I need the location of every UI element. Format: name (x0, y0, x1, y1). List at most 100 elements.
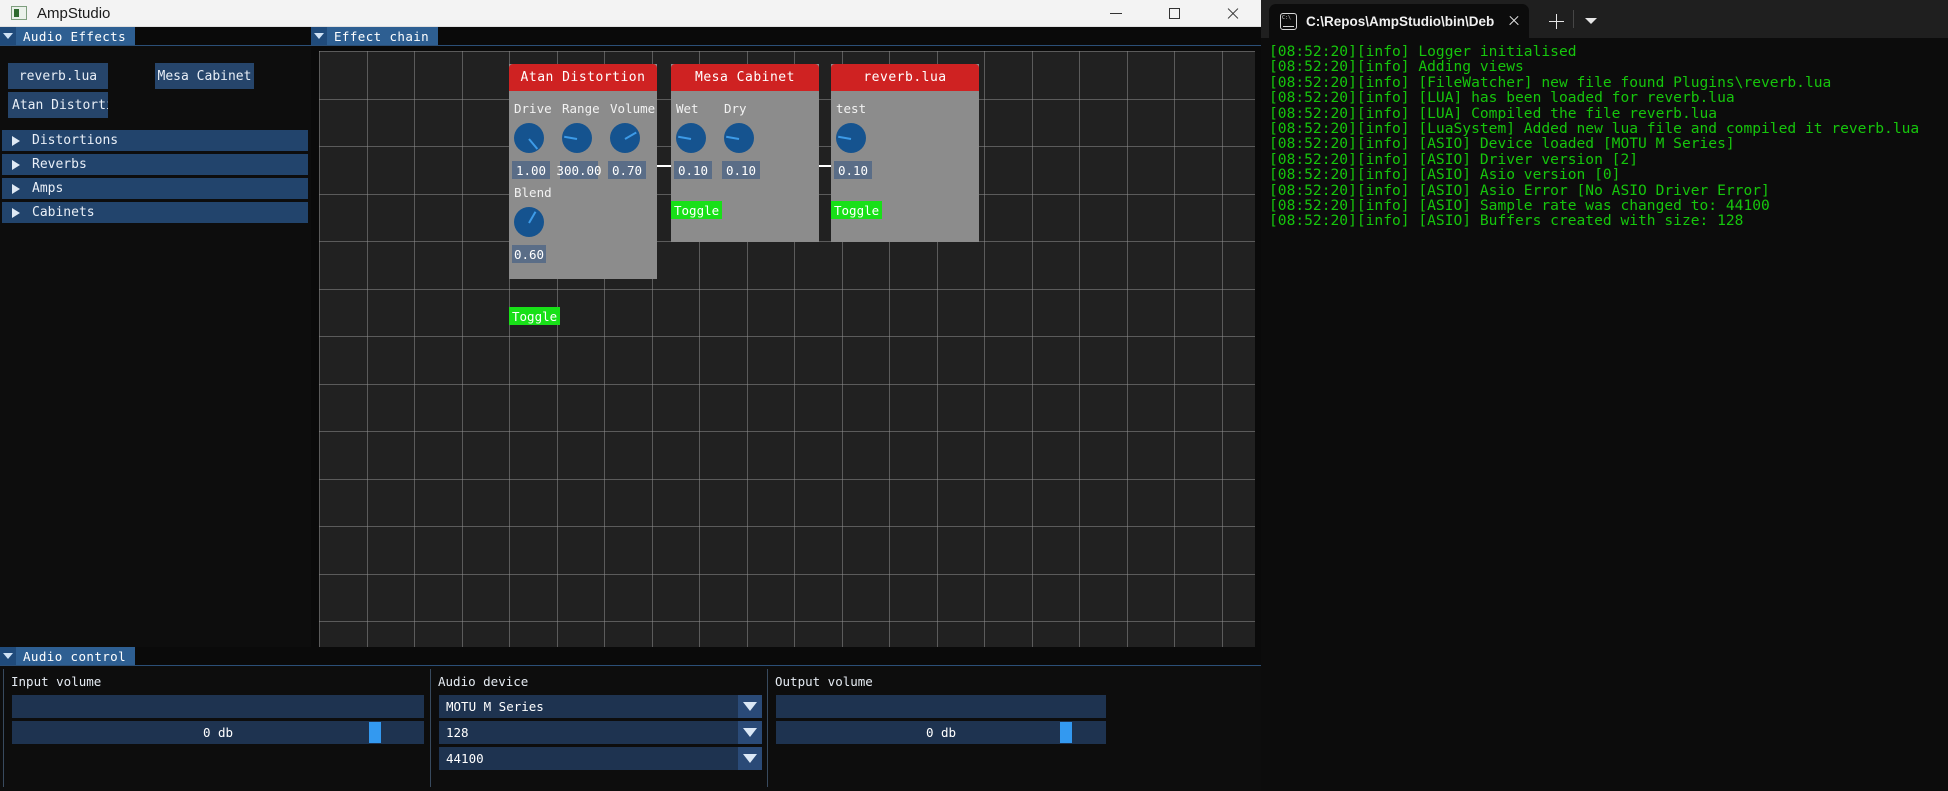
effect-node-body: Wet 0.10 Dry 0.10 Toggle (671, 91, 819, 242)
tab-audio-effects[interactable]: Audio Effects (16, 27, 136, 45)
effect-node[interactable]: Atan Distortion Drive 1.00 Range 300.00 Volum… (509, 64, 657, 325)
audio-control-panel-header: Audio control (0, 647, 1261, 666)
effect-chip-mesa-cabinet[interactable]: Mesa Cabinet (155, 63, 254, 89)
tab-dropdown-button[interactable] (1574, 4, 1608, 38)
knob-label: Range (562, 101, 600, 116)
chevron-down-icon[interactable] (738, 747, 762, 770)
knob-pointer-icon (528, 211, 537, 224)
effect-node[interactable]: reverb.lua test 0.10 Toggle (831, 64, 979, 242)
grid-line-horizontal (319, 479, 1255, 480)
new-tab-button[interactable] (1539, 4, 1573, 38)
knob-pointer-icon (678, 135, 692, 140)
expand-arrow-icon (12, 207, 20, 218)
effect-node-title[interactable]: Atan Distortion (509, 64, 657, 91)
effect-chip-reverb-lua[interactable]: reverb.lua (8, 63, 108, 89)
knob-value-field[interactable]: 0.60 (512, 245, 546, 263)
chevron-down-icon[interactable] (738, 721, 762, 744)
knob-dry[interactable] (724, 123, 754, 153)
minimize-button[interactable] (1087, 0, 1145, 27)
audio-device-section: Audio device MOTU M Series 128 44100 (430, 669, 767, 787)
maximize-icon (1168, 7, 1180, 19)
output-volume-label: Output volume (775, 674, 873, 689)
chevron-down-icon[interactable] (738, 695, 762, 718)
knob-pointer-icon (564, 135, 578, 140)
grid-line-horizontal (319, 621, 1255, 622)
terminal-tabbar: C:\Repos\AmpStudio\bin\Deb (1261, 0, 1948, 38)
log-line: [08:52:20][info] [ASIO] Sample rate was … (1269, 197, 1770, 215)
log-line: [08:52:20][info] Logger initialised (1269, 43, 1577, 60)
connection-wire[interactable] (657, 165, 671, 167)
node-toggle-button[interactable]: Toggle (671, 201, 723, 219)
knob-label: test (836, 101, 867, 116)
knob-value-field[interactable]: 0.10 (834, 161, 872, 179)
grid-line-horizontal (319, 384, 1255, 385)
knob-range[interactable] (562, 123, 592, 153)
input-volume-label: Input volume (11, 674, 102, 689)
knob-value-field[interactable]: 0.70 (608, 161, 646, 179)
knob-blend[interactable] (514, 207, 544, 237)
audio-device-select-1[interactable]: 128 (439, 721, 762, 744)
audio-control-dock: Audio control Input volume 0 db Audio de… (0, 647, 1261, 791)
knob-value-field[interactable]: 0.10 (674, 161, 712, 179)
audio-control-body: Input volume 0 db Audio device MOTU M Se… (3, 669, 1255, 787)
effect-chain-canvas[interactable]: Atan Distortion Drive 1.00 Range 300.00 Volum… (319, 51, 1255, 667)
input-volume-thumb[interactable] (368, 722, 381, 743)
grid-line-horizontal (319, 336, 1255, 337)
output-volume-thumb[interactable] (1060, 722, 1073, 743)
knob-drive[interactable] (514, 123, 544, 153)
knob-test[interactable] (836, 123, 866, 153)
log-line: [08:52:20][info] [FileWatcher] new file … (1269, 73, 1832, 91)
knob-value-field[interactable]: 1.00 (512, 161, 550, 179)
input-volume-section: Input volume 0 db (3, 669, 430, 787)
effect-chip-atan-distortion[interactable]: Atan Distortion (8, 92, 108, 118)
knob-volume[interactable] (610, 123, 640, 153)
close-tab-icon[interactable] (1505, 12, 1523, 30)
audio-device-select-2[interactable]: 44100 (439, 747, 762, 770)
knob-pointer-icon (838, 135, 852, 140)
screen-root: AmpStudio Audio Effects reverb.lua Mesa C… (0, 0, 1948, 791)
effect-node[interactable]: Mesa Cabinet Wet 0.10 Dry 0.10 Toggle (671, 64, 819, 242)
input-volume-slider[interactable]: 0 db (12, 721, 424, 744)
app-logo-icon (11, 6, 27, 20)
chain-panel-menu-button[interactable] (311, 27, 327, 45)
category-row-cabinets[interactable]: Cabinets (2, 202, 308, 223)
node-toggle-button[interactable]: Toggle (509, 307, 561, 325)
knob-value-field[interactable]: 0.10 (722, 161, 760, 179)
category-row-reverbs[interactable]: Reverbs (2, 154, 308, 175)
effect-node-body: test 0.10 Toggle (831, 91, 979, 242)
category-row-distortions[interactable]: Distortions (2, 130, 308, 151)
category-label: Distortions (32, 133, 119, 148)
tab-effect-chain[interactable]: Effect chain (327, 27, 439, 45)
close-button[interactable] (1203, 0, 1261, 27)
terminal-tab-title: C:\Repos\AmpStudio\bin\Deb (1306, 13, 1495, 29)
output-meter-bar (776, 695, 1106, 718)
log-line: [08:52:20][info] [ASIO] Device loaded [M… (1269, 135, 1735, 153)
plus-icon (1548, 13, 1564, 29)
terminal-tab[interactable]: C:\Repos\AmpStudio\bin\Deb (1269, 4, 1530, 38)
node-toggle-button[interactable]: Toggle (831, 201, 883, 219)
knob-value-field[interactable]: 300.00 (556, 161, 602, 179)
knob-label: Wet (676, 101, 699, 116)
effect-chain-panel-header: Effect chain (311, 27, 1261, 46)
output-volume-slider[interactable]: 0 db (776, 721, 1106, 744)
grid-line-horizontal (319, 526, 1255, 527)
effect-node-body: Drive 1.00 Range 300.00 Volume 0.70 Blend 0.60 T… (509, 91, 657, 325)
audio-device-select-0[interactable]: MOTU M Series (439, 695, 762, 718)
maximize-button[interactable] (1145, 0, 1203, 27)
knob-label: Drive (514, 101, 552, 116)
tab-audio-control[interactable]: Audio control (16, 647, 136, 665)
audio-effects-body: reverb.lua Mesa Cabinet Atan Distortion Dis… (0, 46, 311, 223)
knob-pointer-icon (726, 135, 740, 140)
effect-node-title[interactable]: reverb.lua (831, 64, 979, 91)
minimize-icon (1110, 12, 1122, 14)
log-line: [08:52:20][info] [ASIO] Driver version [… (1269, 150, 1639, 168)
category-row-amps[interactable]: Amps (2, 178, 308, 199)
effect-node-title[interactable]: Mesa Cabinet (671, 64, 819, 91)
category-label: Reverbs (32, 157, 87, 172)
log-line: [08:52:20][info] Adding views (1269, 58, 1524, 76)
panel-menu-button[interactable] (0, 27, 16, 45)
terminal-output[interactable]: [08:52:20][info] Logger initialised [08:5… (1261, 38, 1948, 229)
knob-wet[interactable] (676, 123, 706, 153)
effect-chain-dock: Effect chain Atan Distortion Drive 1.00 Ran… (311, 27, 1261, 667)
audio-panel-menu-button[interactable] (0, 647, 16, 665)
